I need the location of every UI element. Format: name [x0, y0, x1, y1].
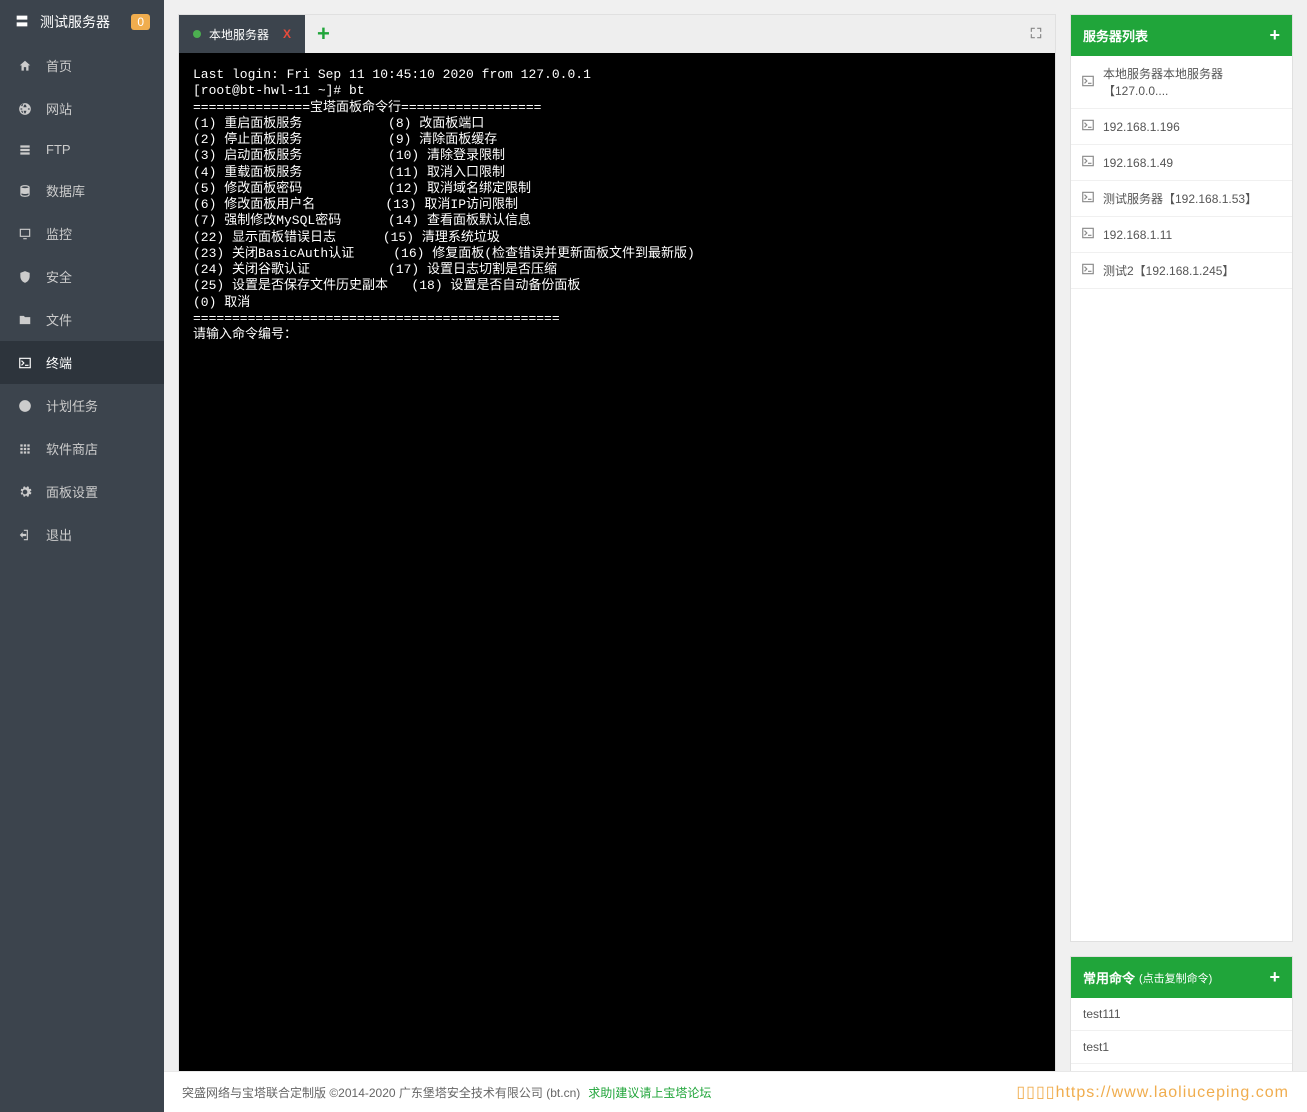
- command-item[interactable]: test1: [1071, 1031, 1292, 1064]
- panel-title: 服务器列表: [1083, 26, 1148, 45]
- terminal-panel: 本地服务器 X + Last login: Fri Sep 11 10:45:1…: [178, 14, 1056, 1098]
- sidebar-item-database[interactable]: 数据库: [0, 169, 164, 212]
- home-icon: [16, 59, 34, 73]
- server-label: 192.168.1.196: [1103, 120, 1180, 134]
- copyright-text: 突盛网络与宝塔联合定制版 ©2014-2020 广东堡塔安全技术有限公司 (bt…: [182, 1084, 580, 1101]
- sidebar-header: 测试服务器 0: [0, 0, 164, 44]
- globe-icon: [16, 102, 34, 116]
- sidebar-item-label: 数据库: [46, 181, 85, 200]
- server-list-header: 服务器列表 +: [1071, 15, 1292, 56]
- close-icon[interactable]: X: [283, 27, 291, 41]
- add-server-button[interactable]: +: [1269, 25, 1280, 46]
- server-label: 测试服务器【192.168.1.53】: [1103, 190, 1257, 207]
- sidebar-item-gear[interactable]: 面板设置: [0, 470, 164, 513]
- server-item[interactable]: 192.168.1.11: [1071, 217, 1292, 253]
- add-tab-button[interactable]: +: [305, 21, 342, 47]
- server-list-panel: 服务器列表 + 本地服务器本地服务器【127.0.0.... 192.168.1.…: [1070, 14, 1293, 942]
- sidebar-item-apps[interactable]: 软件商店: [0, 427, 164, 470]
- shield-icon: [16, 270, 34, 284]
- server-item[interactable]: 测试服务器【192.168.1.53】: [1071, 181, 1292, 217]
- sidebar-item-label: 软件商店: [46, 439, 98, 458]
- sidebar-item-label: 计划任务: [46, 396, 98, 415]
- sidebar-item-label: 退出: [46, 525, 72, 544]
- sidebar-item-folder[interactable]: 文件: [0, 298, 164, 341]
- watermark-text: ▯▯▯▯https://www.laoliuceping.com: [1016, 1082, 1289, 1102]
- sidebar-item-label: 终端: [46, 353, 72, 372]
- apps-icon: [16, 442, 34, 456]
- sidebar-item-logout[interactable]: 退出: [0, 513, 164, 556]
- sidebar-item-globe[interactable]: 网站: [0, 87, 164, 130]
- terminal-icon: [1081, 262, 1095, 279]
- ftp-icon: [16, 143, 34, 157]
- terminal-tabs: 本地服务器 X +: [179, 15, 1055, 53]
- terminal-icon: [16, 356, 34, 370]
- server-label: 192.168.1.49: [1103, 156, 1173, 170]
- terminal-tab-local[interactable]: 本地服务器 X: [179, 15, 305, 53]
- clock-icon: [16, 399, 34, 413]
- server-icon: [14, 13, 30, 32]
- sidebar-item-home[interactable]: 首页: [0, 44, 164, 87]
- server-label: 本地服务器本地服务器【127.0.0....: [1103, 65, 1282, 99]
- server-item[interactable]: 192.168.1.49: [1071, 145, 1292, 181]
- sidebar-item-terminal[interactable]: 终端: [0, 341, 164, 384]
- sidebar-item-label: 首页: [46, 56, 72, 75]
- server-item[interactable]: 192.168.1.196: [1071, 109, 1292, 145]
- sidebar: 测试服务器 0 首页网站 FTP 数据库监控安全文件终端计划任务软件商店面板设置退出: [0, 0, 164, 1112]
- panel-subtitle: (点击复制命令): [1139, 970, 1212, 986]
- status-dot-icon: [193, 30, 201, 38]
- terminal-icon: [1081, 154, 1095, 171]
- sidebar-item-clock[interactable]: 计划任务: [0, 384, 164, 427]
- logout-icon: [16, 528, 34, 542]
- server-label: 测试2【192.168.1.245】: [1103, 262, 1234, 279]
- server-label: 192.168.1.11: [1103, 228, 1172, 242]
- database-icon: [16, 184, 34, 198]
- sidebar-item-label: 网站: [46, 99, 72, 118]
- terminal-icon: [1081, 190, 1095, 207]
- sidebar-item-label: FTP: [46, 142, 71, 157]
- help-link[interactable]: 求助|建议请上宝塔论坛: [588, 1084, 711, 1101]
- sidebar-item-shield[interactable]: 安全: [0, 255, 164, 298]
- command-list-header: 常用命令 (点击复制命令) +: [1071, 957, 1292, 998]
- terminal-icon: [1081, 74, 1095, 91]
- sidebar-item-monitor[interactable]: 监控: [0, 212, 164, 255]
- server-item[interactable]: 测试2【192.168.1.245】: [1071, 253, 1292, 289]
- sidebar-item-ftp[interactable]: FTP: [0, 130, 164, 169]
- terminal-icon: [1081, 226, 1095, 243]
- monitor-icon: [16, 227, 34, 241]
- footer: 突盛网络与宝塔联合定制版 ©2014-2020 广东堡塔安全技术有限公司 (bt…: [164, 1071, 1307, 1112]
- terminal-output[interactable]: Last login: Fri Sep 11 10:45:10 2020 fro…: [179, 53, 1055, 1097]
- sidebar-item-label: 文件: [46, 310, 72, 329]
- tab-label: 本地服务器: [209, 26, 269, 43]
- folder-icon: [16, 313, 34, 327]
- sidebar-item-label: 安全: [46, 267, 72, 286]
- server-item[interactable]: 本地服务器本地服务器【127.0.0....: [1071, 56, 1292, 109]
- panel-title: 常用命令: [1083, 968, 1135, 987]
- terminal-icon: [1081, 118, 1095, 135]
- sidebar-item-label: 面板设置: [46, 482, 98, 501]
- sidebar-item-label: 监控: [46, 224, 72, 243]
- add-command-button[interactable]: +: [1269, 967, 1280, 988]
- expand-icon[interactable]: [1029, 26, 1043, 43]
- command-item[interactable]: test111: [1071, 998, 1292, 1031]
- gear-icon: [16, 485, 34, 499]
- server-name: 测试服务器: [40, 12, 110, 32]
- notification-badge[interactable]: 0: [131, 14, 150, 30]
